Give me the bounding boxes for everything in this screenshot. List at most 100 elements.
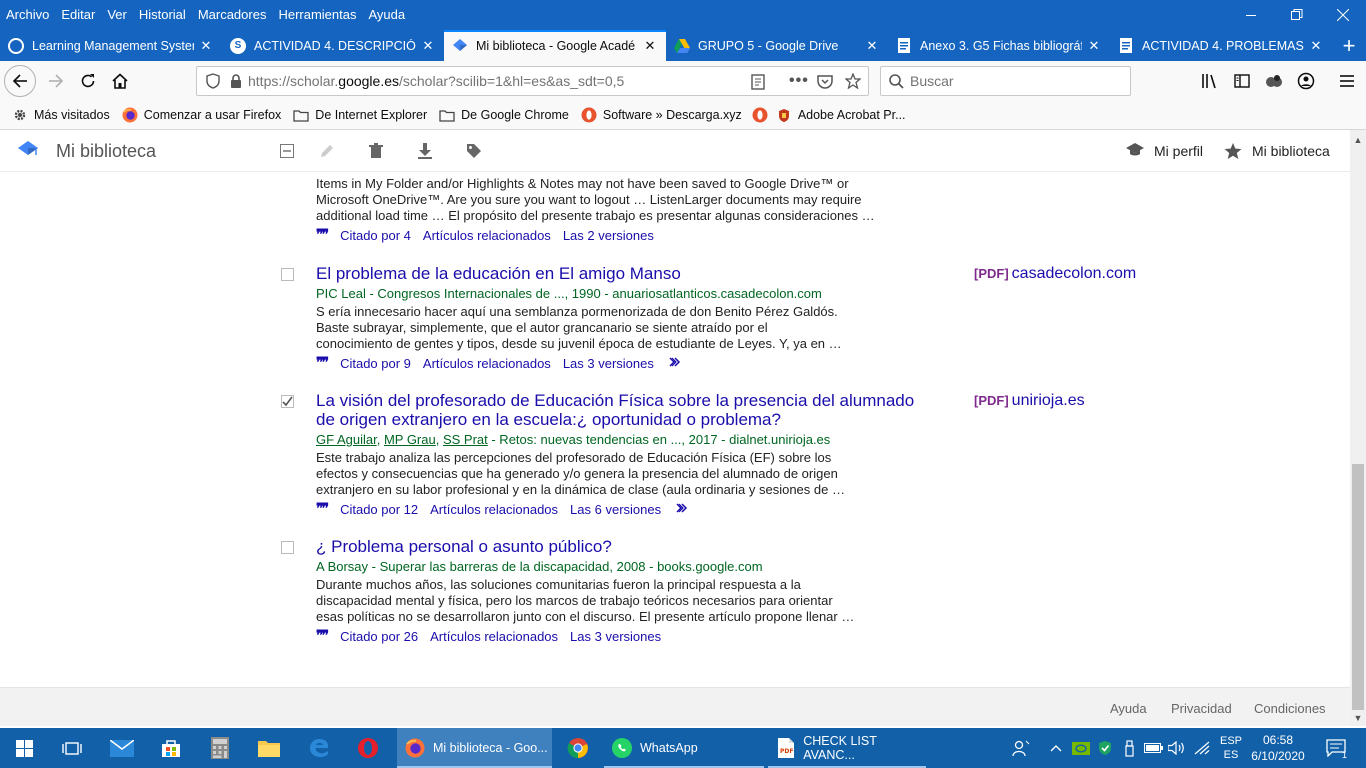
cite-button[interactable]: ❞❞ bbox=[316, 501, 329, 517]
nvidia-tray-icon[interactable] bbox=[1070, 728, 1092, 768]
tab-google-drive[interactable]: GRUPO 5 - Google Drive ✕ bbox=[666, 30, 888, 61]
my-profile-link[interactable]: Mi perfil bbox=[1126, 142, 1203, 160]
pdf-link[interactable]: [PDF] unirioja.es bbox=[974, 392, 1085, 410]
bookmark-descarga-xyz[interactable]: Software » Descarga.xyz bbox=[581, 107, 742, 123]
close-tab-icon[interactable]: ✕ bbox=[1086, 38, 1102, 54]
security-tray-icon[interactable] bbox=[1095, 728, 1115, 768]
file-explorer-button[interactable] bbox=[251, 728, 287, 768]
menu-herramientas[interactable]: Herramientas bbox=[272, 5, 362, 25]
deselect-all-checkbox[interactable] bbox=[278, 142, 296, 160]
close-tab-icon[interactable]: ✕ bbox=[198, 38, 214, 54]
bookmark-folder-explorer[interactable]: De Internet Explorer bbox=[293, 107, 427, 123]
start-button[interactable] bbox=[6, 728, 42, 768]
home-button[interactable] bbox=[104, 65, 136, 97]
result-checkbox[interactable] bbox=[281, 395, 294, 408]
related-articles-link[interactable]: Artículos relacionados bbox=[423, 356, 551, 371]
scroll-up-icon[interactable]: ▲ bbox=[1350, 132, 1366, 148]
calculator-app-button[interactable] bbox=[202, 728, 238, 768]
reader-view-icon[interactable] bbox=[751, 74, 765, 90]
close-tab-icon[interactable]: ✕ bbox=[642, 38, 658, 54]
forward-button[interactable] bbox=[40, 65, 72, 97]
versions-link[interactable]: Las 6 versiones bbox=[570, 502, 661, 517]
page-scrollbar[interactable]: ▲ ▼ bbox=[1350, 130, 1366, 726]
url-bar[interactable]: https://scholar.google.es/scholar?scilib… bbox=[196, 66, 869, 96]
pdf-link[interactable]: [PDF] casadecolon.com bbox=[974, 265, 1136, 283]
bookmark-adobe-acrobat[interactable]: Adobe Acrobat Pr... bbox=[776, 107, 906, 123]
tab-anexo-fichas[interactable]: Anexo 3. G5 Fichas bibliográfic ✕ bbox=[888, 30, 1110, 61]
menu-ayuda[interactable]: Ayuda bbox=[362, 5, 411, 25]
back-button[interactable] bbox=[4, 65, 36, 97]
cited-by-link[interactable]: Citado por 26 bbox=[340, 629, 418, 644]
tab-mi-biblioteca[interactable]: Mi biblioteca - Google Acadé ✕ bbox=[444, 30, 666, 61]
delete-button[interactable] bbox=[367, 142, 385, 160]
related-articles-link[interactable]: Artículos relacionados bbox=[423, 228, 551, 243]
close-window-button[interactable] bbox=[1320, 0, 1366, 30]
pocket-icon[interactable] bbox=[817, 74, 833, 89]
chrome-app-button[interactable] bbox=[560, 728, 596, 768]
tab-lms[interactable]: Learning Management System ✕ bbox=[0, 30, 222, 61]
lock-icon[interactable] bbox=[230, 74, 242, 88]
minimize-button[interactable] bbox=[1228, 0, 1274, 30]
help-link[interactable]: Ayuda bbox=[1110, 701, 1147, 716]
label-button[interactable] bbox=[465, 142, 483, 160]
extension-button[interactable] bbox=[1258, 65, 1290, 97]
menu-historial[interactable]: Historial bbox=[133, 5, 192, 25]
people-tray-button[interactable] bbox=[1009, 728, 1033, 768]
bookmark-star-icon[interactable] bbox=[845, 73, 861, 89]
search-input[interactable]: Buscar bbox=[880, 66, 1131, 96]
close-tab-icon[interactable]: ✕ bbox=[1308, 38, 1324, 54]
reload-button[interactable] bbox=[72, 65, 104, 97]
new-tab-button[interactable]: + bbox=[1332, 30, 1366, 61]
tab-actividad-descripcion[interactable]: S ACTIVIDAD 4. DESCRIPCIÓN DE ✕ bbox=[222, 30, 444, 61]
cited-by-link[interactable]: Citado por 4 bbox=[340, 228, 411, 243]
scroll-down-icon[interactable]: ▼ bbox=[1350, 710, 1366, 726]
cite-button[interactable]: ❞❞ bbox=[316, 355, 329, 371]
edge-app-button[interactable] bbox=[301, 728, 337, 768]
versions-link[interactable]: Las 2 versiones bbox=[563, 228, 654, 243]
battery-tray-icon[interactable] bbox=[1143, 728, 1163, 768]
library-button[interactable] bbox=[1194, 65, 1226, 97]
bookmark-comenzar-firefox[interactable]: Comenzar a usar Firefox bbox=[122, 107, 281, 123]
menu-editar[interactable]: Editar bbox=[55, 5, 101, 25]
cited-by-link[interactable]: Citado por 9 bbox=[340, 356, 411, 371]
result-checkbox[interactable] bbox=[281, 541, 294, 554]
bookmark-folder-chrome[interactable]: De Google Chrome bbox=[439, 107, 569, 123]
versions-link[interactable]: Las 3 versiones bbox=[563, 356, 654, 371]
scrollbar-thumb[interactable] bbox=[1352, 464, 1364, 710]
tracking-shield-icon[interactable] bbox=[206, 73, 220, 89]
privacy-link[interactable]: Privacidad bbox=[1171, 701, 1232, 716]
cite-button[interactable]: ❞❞ bbox=[316, 227, 329, 243]
task-view-button[interactable] bbox=[54, 728, 90, 768]
result-title-link[interactable]: El problema de la educación en El amigo … bbox=[316, 264, 936, 283]
tab-actividad-problemas[interactable]: ACTIVIDAD 4. PROBLEMAS PE ✕ bbox=[1110, 30, 1332, 61]
usb-tray-icon[interactable] bbox=[1119, 728, 1139, 768]
taskbar-app-firefox[interactable]: Mi biblioteca - Goo... bbox=[397, 728, 552, 768]
cited-by-link[interactable]: Citado por 12 bbox=[340, 502, 418, 517]
opera-app-button[interactable] bbox=[350, 728, 386, 768]
author-link[interactable]: GF Aguilar bbox=[316, 432, 377, 447]
account-button[interactable] bbox=[1290, 65, 1322, 97]
more-chevron-icon[interactable] bbox=[669, 356, 683, 370]
result-title-link[interactable]: La visión del profesorado de Educación F… bbox=[316, 391, 936, 429]
my-library-link[interactable]: Mi biblioteca bbox=[1224, 142, 1330, 160]
edit-button[interactable] bbox=[318, 142, 336, 160]
mail-app-button[interactable] bbox=[104, 728, 140, 768]
export-button[interactable] bbox=[416, 142, 434, 160]
scholar-logo-icon[interactable] bbox=[17, 140, 39, 160]
taskbar-app-pdf[interactable]: PDF CHECK LIST AVANC... bbox=[768, 728, 926, 768]
more-chevron-icon[interactable] bbox=[676, 502, 690, 516]
sidebar-button[interactable] bbox=[1226, 65, 1258, 97]
page-title[interactable]: Mi biblioteca bbox=[56, 141, 156, 162]
input-language-indicator[interactable]: ESP ES bbox=[1216, 728, 1246, 768]
menu-button[interactable] bbox=[1331, 65, 1363, 97]
related-articles-link[interactable]: Artículos relacionados bbox=[430, 629, 558, 644]
menu-archivo[interactable]: Archivo bbox=[0, 5, 55, 25]
author-link[interactable]: MP Grau bbox=[384, 432, 436, 447]
bookmark-mas-visitados[interactable]: Más visitados bbox=[12, 107, 110, 123]
taskbar-clock[interactable]: 06:58 6/10/2020 bbox=[1250, 732, 1306, 764]
volume-tray-icon[interactable] bbox=[1166, 728, 1186, 768]
wifi-tray-icon[interactable] bbox=[1191, 728, 1213, 768]
page-actions-icon[interactable]: ••• bbox=[789, 72, 809, 90]
close-tab-icon[interactable]: ✕ bbox=[420, 38, 436, 54]
restore-button[interactable] bbox=[1274, 0, 1320, 30]
